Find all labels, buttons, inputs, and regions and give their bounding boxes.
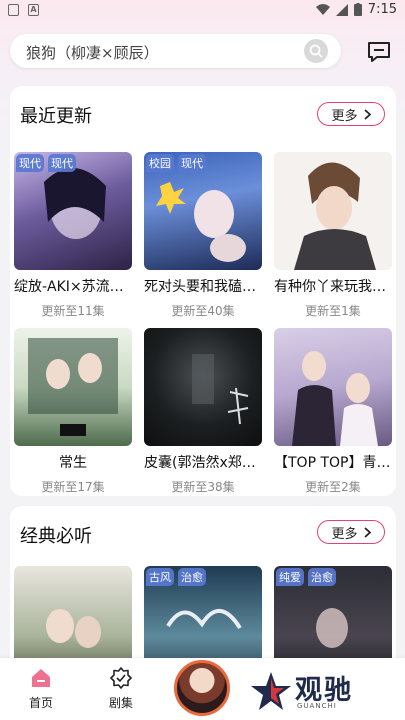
drama-icon	[110, 667, 132, 689]
drama-title[interactable]: 有种你丫来玩我…	[274, 276, 404, 296]
status-time: 7:15	[367, 2, 397, 17]
star-logo-icon	[251, 672, 291, 710]
home-icon	[32, 669, 50, 687]
search-bar[interactable]: 狼狗（柳凄×顾辰）	[10, 34, 341, 68]
tag-group: 现代 现代	[16, 154, 76, 172]
drama-title[interactable]: 常生	[14, 452, 132, 472]
notification-square-icon	[8, 4, 19, 16]
episode-count: 更新至11集	[41, 304, 105, 318]
tag: 治愈	[178, 568, 206, 586]
search-icon	[309, 44, 323, 58]
tag: 现代	[178, 154, 206, 172]
status-left: A	[8, 4, 39, 16]
episode-count: 更新至40集	[171, 304, 235, 318]
tag: 校园	[146, 154, 174, 172]
cover-image[interactable]	[14, 328, 132, 446]
recent-section: 最近更新 更多 现代 现代 绽放-AKI×苏流… 更新至11集 校园 现代 死对…	[10, 86, 396, 496]
tag: 纯爱	[276, 568, 304, 586]
cover-image[interactable]	[274, 328, 392, 446]
signal-icon	[335, 3, 348, 16]
tag: 现代	[48, 154, 76, 172]
drama-title[interactable]: 皮囊(郭浩然x郑…	[144, 452, 274, 472]
status-right: 7:15	[315, 2, 397, 17]
more-label: 更多	[331, 108, 358, 124]
more-button[interactable]: 更多	[317, 102, 385, 126]
tag-group: 古风 治愈	[146, 568, 206, 586]
status-bar: A 7:15	[0, 0, 405, 22]
more-label: 更多	[331, 526, 358, 542]
avatar[interactable]	[174, 660, 230, 716]
nav-home-label: 首页	[28, 696, 53, 710]
chevron-right-icon	[363, 526, 371, 538]
watermark-subtext: GUANCHI	[297, 702, 337, 710]
cover-image[interactable]	[274, 152, 392, 270]
episode-count: 更新至2集	[305, 480, 361, 494]
nav-drama[interactable]: 剧集	[91, 666, 151, 711]
nav-home[interactable]: 首页	[11, 666, 71, 711]
cover-image[interactable]: 校园 现代	[144, 152, 262, 270]
search-button[interactable]	[304, 39, 328, 63]
tag: 治愈	[308, 568, 336, 586]
episode-count: 更新至1集	[305, 304, 361, 318]
a-square-icon: A	[28, 4, 39, 16]
tag-group: 纯爱 治愈	[276, 568, 336, 586]
wifi-icon	[315, 4, 330, 15]
drama-title[interactable]: 绽放-AKI×苏流…	[14, 276, 144, 296]
tag: 古风	[146, 568, 174, 586]
search-input[interactable]: 狼狗（柳凄×顾辰）	[26, 42, 159, 63]
tag-group: 校园 现代	[146, 154, 206, 172]
episode-count: 更新至38集	[171, 480, 235, 494]
drama-title[interactable]: 【TOP TOP】青…	[274, 452, 404, 472]
tag: 现代	[16, 154, 44, 172]
chevron-right-icon	[363, 108, 371, 120]
nav-drama-label: 剧集	[108, 696, 133, 710]
message-button[interactable]	[366, 40, 392, 64]
cover-image[interactable]	[144, 328, 262, 446]
battery-icon	[353, 3, 362, 16]
message-icon	[368, 42, 390, 62]
watermark-logo: 观驰 GUANCHI	[250, 668, 380, 714]
episode-count: 更新至17集	[41, 480, 105, 494]
drama-title[interactable]: 死对头要和我磕…	[144, 276, 274, 296]
section-title: 最近更新	[20, 106, 92, 127]
more-button[interactable]: 更多	[317, 520, 385, 544]
cover-image[interactable]: 现代 现代	[14, 152, 132, 270]
section-title: 经典必听	[20, 526, 92, 547]
